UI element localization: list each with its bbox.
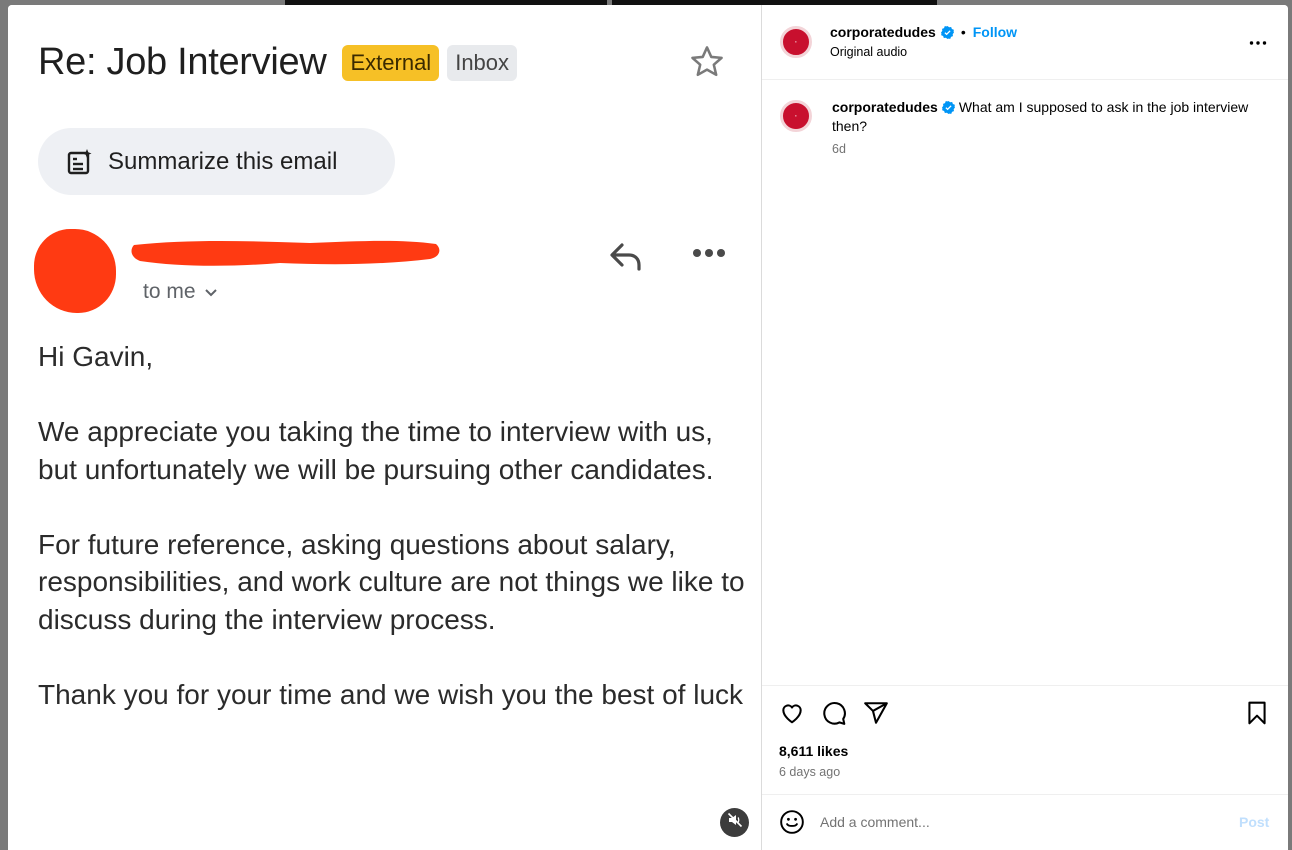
- author-username[interactable]: corporatedudes: [830, 24, 936, 40]
- verified-icon: [940, 25, 954, 39]
- heart-icon[interactable]: [779, 700, 805, 731]
- email-body: Hi Gavin, We appreciate you taking the t…: [38, 338, 753, 751]
- summarize-email-button: Summarize this email: [38, 128, 395, 195]
- mute-toggle-button[interactable]: [720, 808, 749, 837]
- recipient-label: to me: [143, 280, 196, 303]
- comment-input[interactable]: [820, 810, 1200, 834]
- label-external: External: [342, 44, 440, 81]
- more-options-icon[interactable]: [1249, 33, 1267, 51]
- caption: corporatedudes What am I supposed to ask …: [832, 98, 1252, 136]
- email-paragraph-1: We appreciate you taking the time to int…: [38, 416, 714, 485]
- instagram-post-modal: Re: Job Interview External Inbox Summari…: [8, 5, 1288, 850]
- avatar-logo: ▪: [795, 113, 797, 118]
- label-inbox: Inbox: [447, 44, 518, 81]
- recipient-line: to me: [143, 280, 218, 304]
- more-icon: [692, 246, 726, 264]
- actions-divider: [762, 685, 1288, 686]
- bookmark-icon[interactable]: [1244, 700, 1270, 731]
- post-comment-button[interactable]: Post: [1239, 814, 1269, 830]
- caption-author-avatar[interactable]: ▪: [780, 100, 812, 132]
- follow-button[interactable]: Follow: [973, 24, 1017, 40]
- share-icon[interactable]: [863, 700, 889, 731]
- comment-bar: Post: [762, 794, 1288, 850]
- reply-icon: [608, 241, 644, 278]
- separator-dot: •: [960, 24, 966, 40]
- audio-link[interactable]: Original audio: [830, 45, 907, 59]
- caption-age: 6d: [832, 142, 846, 156]
- comment-icon[interactable]: [821, 700, 847, 731]
- post-header: ▪ corporatedudes • Follow Original audio: [762, 5, 1288, 80]
- email-subject-row: Re: Job Interview External Inbox: [38, 41, 518, 84]
- email-paragraph-2: For future reference, asking questions a…: [38, 528, 745, 635]
- post-date: 6 days ago: [779, 765, 841, 779]
- likes-count[interactable]: 8,611 likes: [779, 743, 848, 759]
- author-avatar[interactable]: ▪: [780, 26, 812, 58]
- email-paragraph-3: Thank you for your time and we wish you …: [38, 678, 744, 710]
- emoji-icon[interactable]: [779, 809, 805, 840]
- star-icon: [688, 43, 726, 86]
- author-row: corporatedudes • Follow: [830, 24, 1017, 40]
- verified-icon: [941, 101, 955, 114]
- mute-icon: [727, 812, 743, 833]
- post-side-panel: ▪ corporatedudes • Follow Original audio…: [762, 5, 1288, 850]
- sender-avatar-redacted: [34, 229, 116, 313]
- summarize-icon: [66, 148, 94, 176]
- summarize-label: Summarize this email: [108, 147, 338, 175]
- email-greeting: Hi Gavin,: [38, 341, 154, 372]
- avatar-logo: ▪: [795, 39, 797, 44]
- caption-username[interactable]: corporatedudes: [832, 99, 938, 115]
- chevron-down-icon: [204, 285, 218, 299]
- sender-name-redacted: [131, 240, 440, 266]
- post-media-email: Re: Job Interview External Inbox Summari…: [8, 5, 761, 850]
- email-subject: Re: Job Interview: [38, 41, 327, 83]
